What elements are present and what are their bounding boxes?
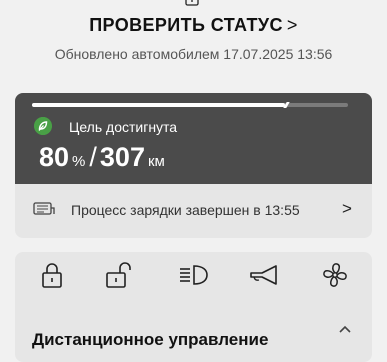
check-status-label: ПРОВЕРИТЬ СТАТУС (89, 15, 283, 35)
goal-reached-label: Цель достигнута (69, 119, 178, 135)
unlock-icon[interactable] (103, 260, 135, 290)
charging-process-row[interactable]: Процесс зарядки завершен в 13:55 > (15, 184, 372, 238)
leaf-icon (34, 117, 52, 135)
battery-percent: 80 (39, 142, 70, 172)
percent-unit: % (72, 153, 86, 170)
chevron-right-icon: > (342, 199, 352, 218)
charging-complete-text: Процесс зарядки завершен в 13:55 (71, 202, 300, 218)
chevron-right-icon: > (286, 15, 298, 35)
battery-range-readout: 80%/307 км (39, 142, 165, 173)
remote-control-card: Дистанционное управление (15, 252, 372, 362)
fan-icon[interactable] (319, 260, 351, 290)
headlights-icon[interactable] (177, 260, 209, 290)
chevron-up-icon[interactable] (338, 324, 352, 334)
charging-summary: Цель достигнута 80%/307 км (15, 93, 372, 184)
check-status-link[interactable]: ПРОВЕРИТЬ СТАТУС > (0, 15, 387, 36)
last-updated-text: Обновлено автомобилем 17.07.2025 13:56 (54, 46, 333, 62)
horn-icon[interactable] (248, 260, 280, 290)
charging-card: Цель достигнута 80%/307 км Процесс зарядк… (15, 93, 372, 238)
charge-progress-bar (32, 102, 348, 108)
charge-progress-fill (32, 103, 285, 107)
separator: / (89, 142, 97, 172)
range-value: 307 (99, 142, 145, 172)
range-unit: км (147, 153, 165, 170)
vehicle-status-icon (185, 0, 199, 6)
charger-icon (33, 202, 55, 215)
remote-control-title: Дистанционное управление (32, 330, 269, 349)
lock-icon[interactable] (36, 260, 68, 290)
